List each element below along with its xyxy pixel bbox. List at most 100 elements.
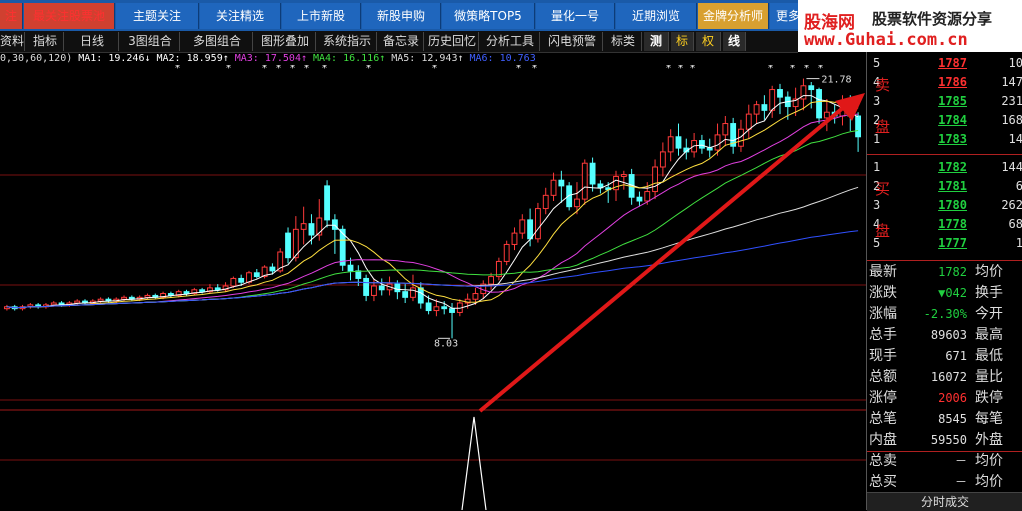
candle-32 [253,272,260,278]
toolbar-button-0[interactable]: 资料 [0,32,25,51]
candlestick-chart[interactable]: 21.78 8.03 * * * * * * * * * * * * * * * * * * [0,65,866,510]
signal-marker-5: * [304,65,309,74]
top-tab-6[interactable]: 微策略TOP5 [442,3,535,29]
quote-value: － [954,475,967,489]
candle-42 [331,219,338,230]
top-tab-3[interactable]: 关注精选 [200,3,281,29]
candle-9 [74,300,81,304]
ask-price[interactable]: 1783 [901,130,967,149]
bid-price[interactable]: 1778 [901,215,967,234]
bid-row-4: 5 1777 1 [867,234,1022,253]
top-tab-9[interactable]: 金牌分析师 [698,3,769,29]
ma-line-3 [6,130,859,309]
toolbar-button-8[interactable]: 历史回忆 [426,32,479,51]
top-tab-5[interactable]: 新股申购 [362,3,441,29]
signal-marker-8: * [432,65,437,74]
candle-48 [378,285,385,291]
ask-side-label: 卖 [875,76,891,94]
bid-row-1: 2 1781 6 [867,177,1022,196]
top-tab-8[interactable]: 近期浏览 [616,3,697,29]
top-tab-2[interactable]: 主题关注 [116,3,199,29]
candle-6 [50,302,57,306]
bid-side-label: 盘 [875,222,891,240]
candle-45 [355,270,362,279]
top-tab-7[interactable]: 量化一号 [536,3,615,29]
quote-label: 总手 [869,327,897,343]
toolbar-button-1[interactable]: 指标 [27,32,64,51]
bid-price[interactable]: 1780 [901,196,967,215]
candle-62 [488,276,494,285]
top-tab-0[interactable]: 注 [0,3,23,29]
candle-57 [449,308,455,313]
toolbar-button-15[interactable]: 线 [723,32,746,51]
ask-side-label: 盘 [875,118,891,136]
signal-marker-0: * [175,65,180,74]
ma-label-3: MA3: 17.504↑ [234,53,307,64]
quote-label: 总笔 [869,411,897,427]
ma-label-4: MA4: 16.116↑ [313,53,386,64]
candle-66 [519,219,526,234]
toolbar-button-9[interactable]: 分析工具 [481,32,540,51]
quote-label-2: 均价 [975,453,1003,469]
toolbar-button-14[interactable]: 权 [696,32,721,51]
toolbar-button-7[interactable]: 备忘录 [379,32,424,51]
signal-marker-6: * [322,65,327,74]
quote-row-7: 总笔 8545 每笔 [867,409,1022,430]
candle-69 [542,194,549,210]
ask-row-2: 3 1785 231 [867,92,1022,111]
toolbar-button-13[interactable]: 标 [671,32,694,51]
toolbar-button-11[interactable]: 标类 [605,32,642,51]
ask-price[interactable]: 1784 [901,111,967,130]
candle-81 [636,196,643,202]
quote-value: 2006 [938,391,967,405]
ask-price[interactable]: 1785 [901,92,967,111]
signal-marker-17: * [818,65,823,74]
ask-row-3: 2 1784 168 [867,111,1022,130]
summary-divider [867,451,1022,452]
logo-url: www.Guhai.com.cn [804,30,968,50]
candle-50 [394,283,401,293]
top-tab-1[interactable]: 最关注股票池 [24,3,115,29]
bid-volume: 6 [1015,179,1022,193]
moving-average-legend: 0,30,60,120) MA1: 19.246↓ MA2: 18.959↑ MA3:… [0,52,866,65]
toolbar-button-2[interactable]: 日线 [66,32,119,51]
ma-label-0: 0,30,60,120) [0,53,73,64]
candle-90 [706,147,713,151]
toolbar-button-10[interactable]: 闪电预警 [542,32,603,51]
candle-44 [347,264,354,272]
candle-34 [269,266,276,272]
candle-82 [644,191,651,202]
top-tab-4[interactable]: 上市新股 [282,3,361,29]
tick-trades-tab[interactable]: 分时成交 [867,492,1022,511]
quote-row-8: 内盘 59550 外盘 [867,430,1022,451]
candle-70 [550,179,557,196]
toolbar-button-12[interactable]: 测 [644,32,669,51]
bid-price[interactable]: 1782 [901,158,967,177]
candle-41 [324,185,330,221]
quote-value: 89603 [930,328,967,342]
toolbar-button-6[interactable]: 系统指示 [318,32,377,51]
ma-line-5 [6,230,859,309]
bid-price[interactable]: 1777 [901,234,967,253]
toolbar-button-4[interactable]: 多图组合 [182,32,253,51]
quote-row-5: 总额 16072 量比 [867,367,1022,388]
candle-79 [620,174,627,177]
candle-97 [761,104,768,111]
candle-96 [753,104,760,115]
ask-price[interactable]: 1787 [901,54,967,73]
candle-74 [581,162,588,200]
signal-marker-16: * [804,65,809,74]
quote-label-2: 均价 [975,264,1003,280]
signal-marker-9: * [516,65,521,74]
quote-label: 最新 [869,264,897,280]
quote-value: -2.30% [923,307,967,321]
ask-price[interactable]: 1786 [901,73,967,92]
toolbar-button-5[interactable]: 图形叠加 [255,32,316,51]
ma-line-4 [6,186,859,309]
candle-15 [121,296,127,300]
bid-price[interactable]: 1781 [901,177,967,196]
toolbar-button-3[interactable]: 3图组合 [121,32,180,51]
ma-label-6: MA6: 10.763 [469,53,536,64]
ma-label-2: MA2: 18.959↑ [156,53,229,64]
candle-84 [659,151,666,168]
